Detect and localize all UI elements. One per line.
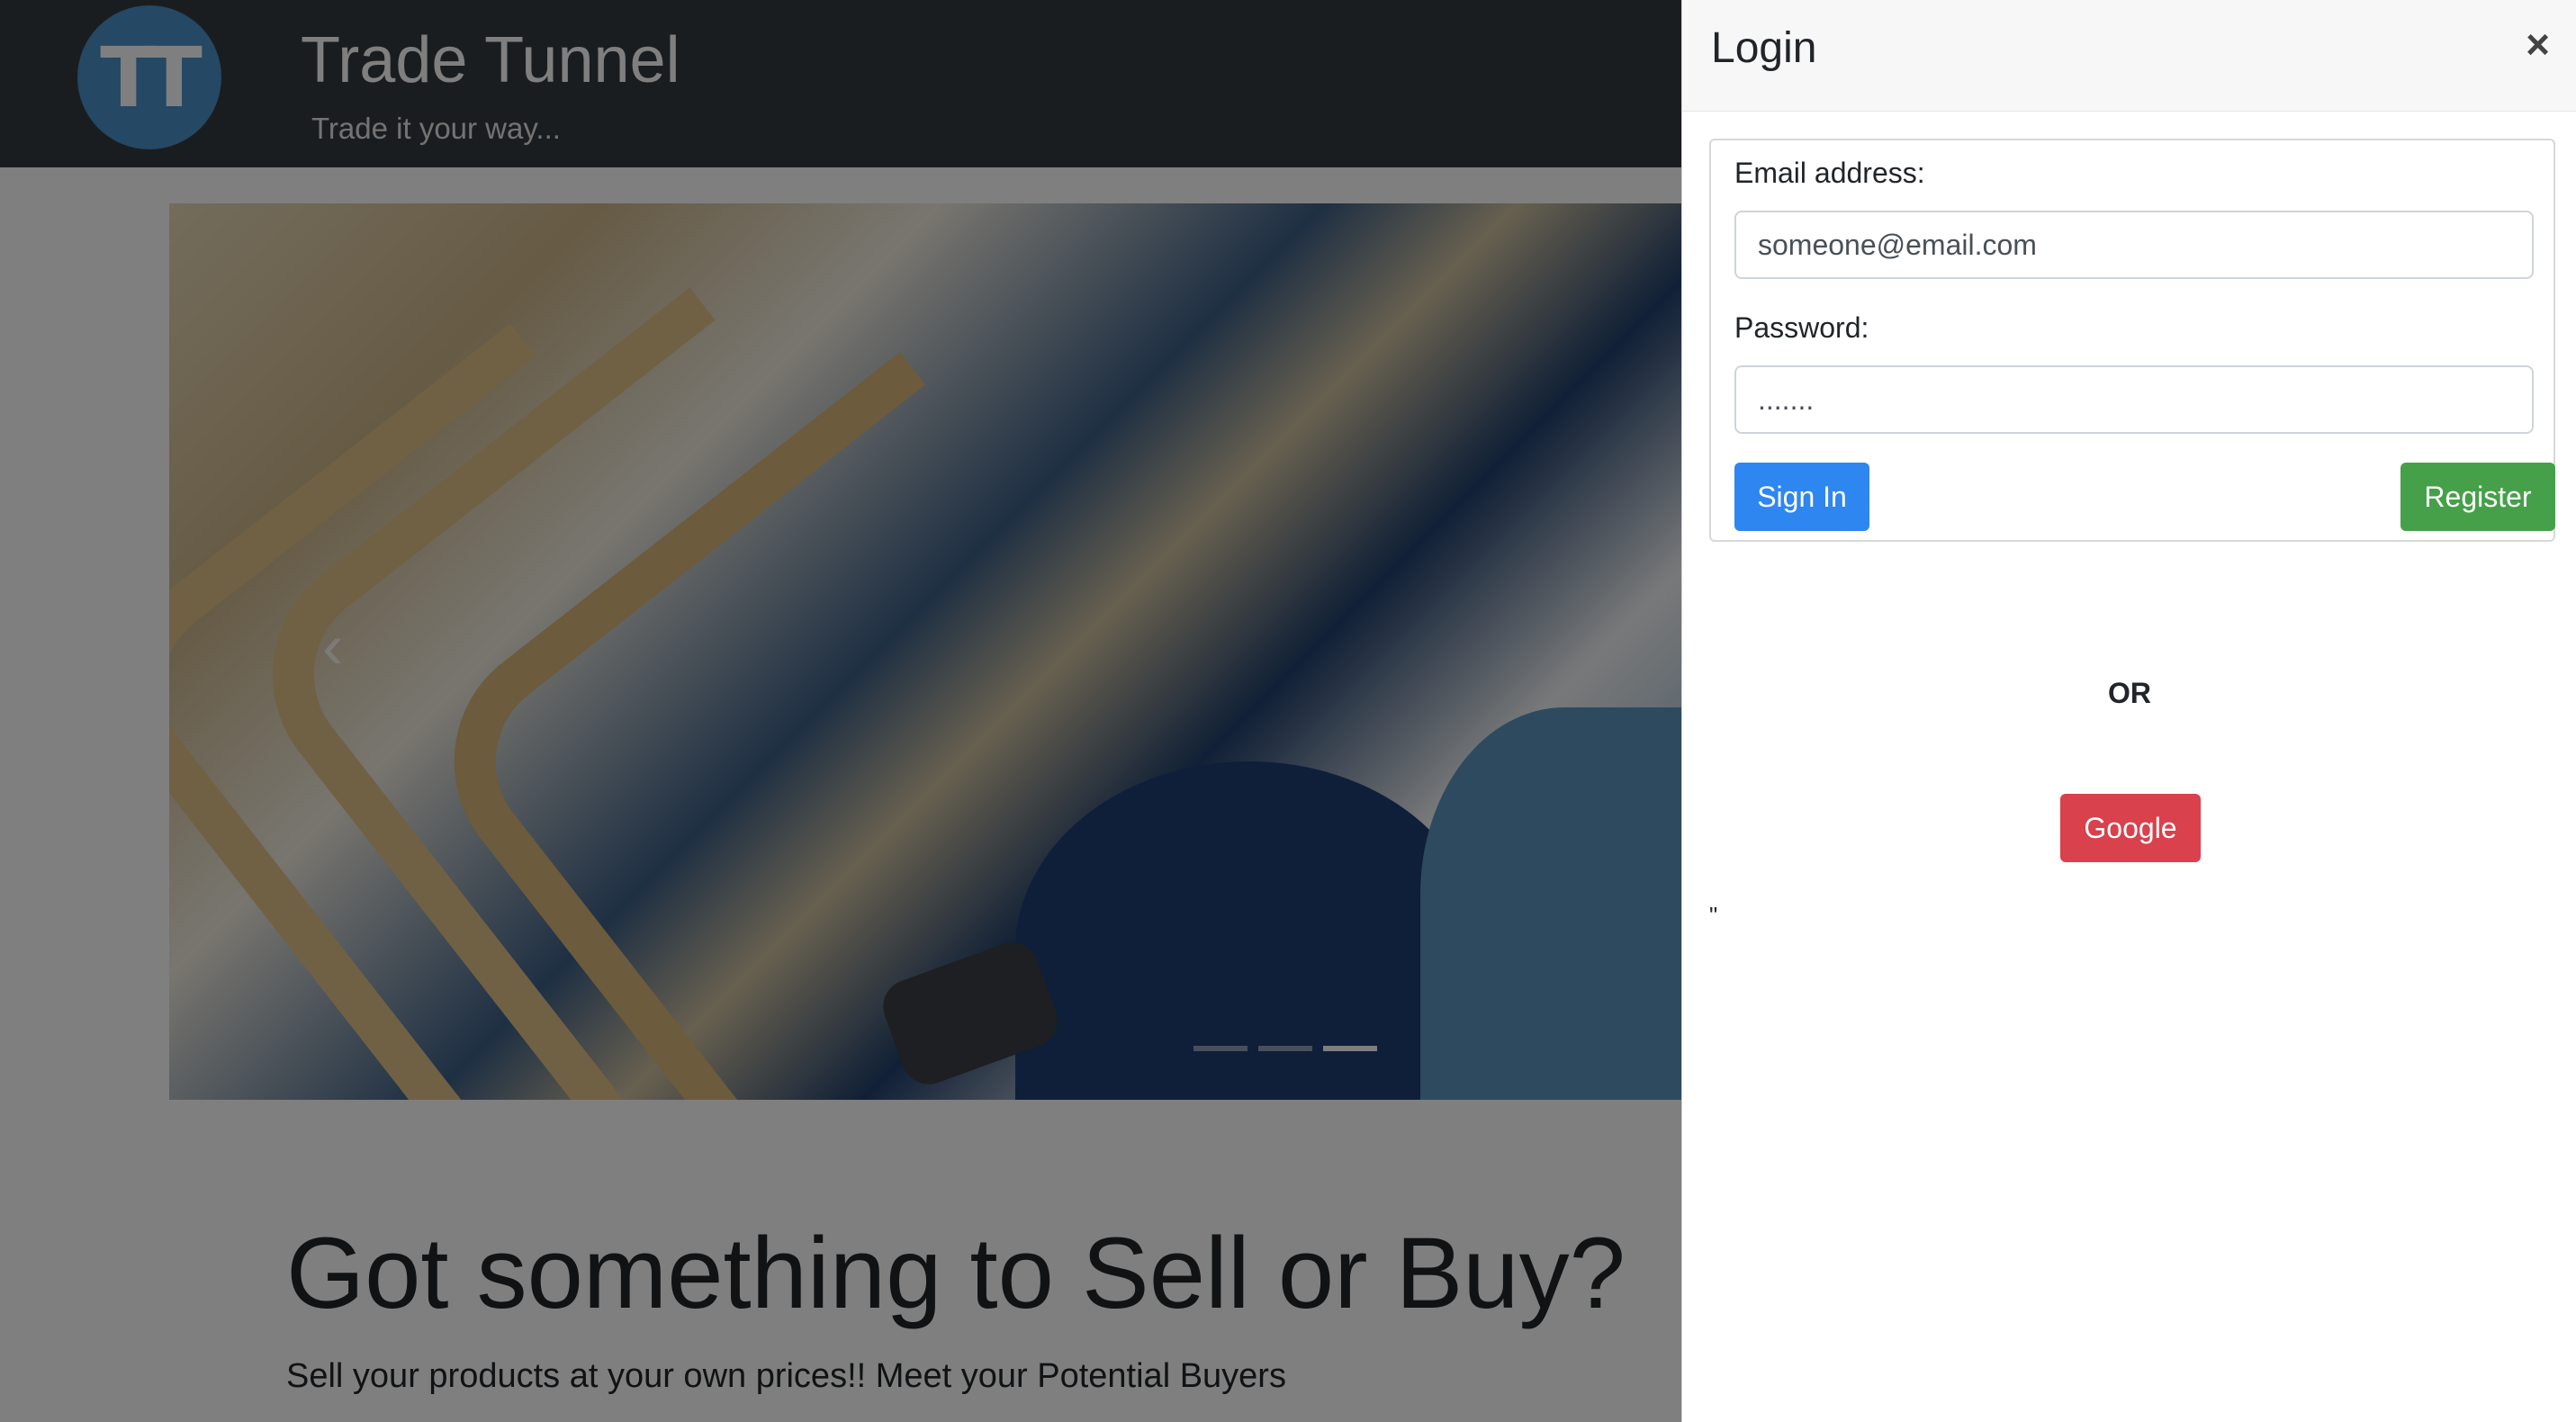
password-label: Password: xyxy=(1734,311,1869,344)
login-title: Login xyxy=(1711,24,1817,72)
login-form: Email address: Password: Sign In Registe… xyxy=(1709,139,2555,542)
sign-in-button[interactable]: Sign In xyxy=(1734,463,1869,531)
close-icon[interactable]: × xyxy=(2526,20,2550,68)
register-button[interactable]: Register xyxy=(2400,463,2555,531)
email-label: Email address: xyxy=(1734,157,1925,189)
stray-text: " xyxy=(1709,902,1718,929)
login-panel: Login × Email address: Password: Sign In… xyxy=(1681,0,2576,1422)
login-header: Login × xyxy=(1682,0,2576,112)
password-field[interactable] xyxy=(1734,365,2534,434)
email-field[interactable] xyxy=(1734,211,2534,279)
or-divider: OR xyxy=(2108,677,2151,709)
google-login-button[interactable]: Google xyxy=(2060,794,2201,862)
